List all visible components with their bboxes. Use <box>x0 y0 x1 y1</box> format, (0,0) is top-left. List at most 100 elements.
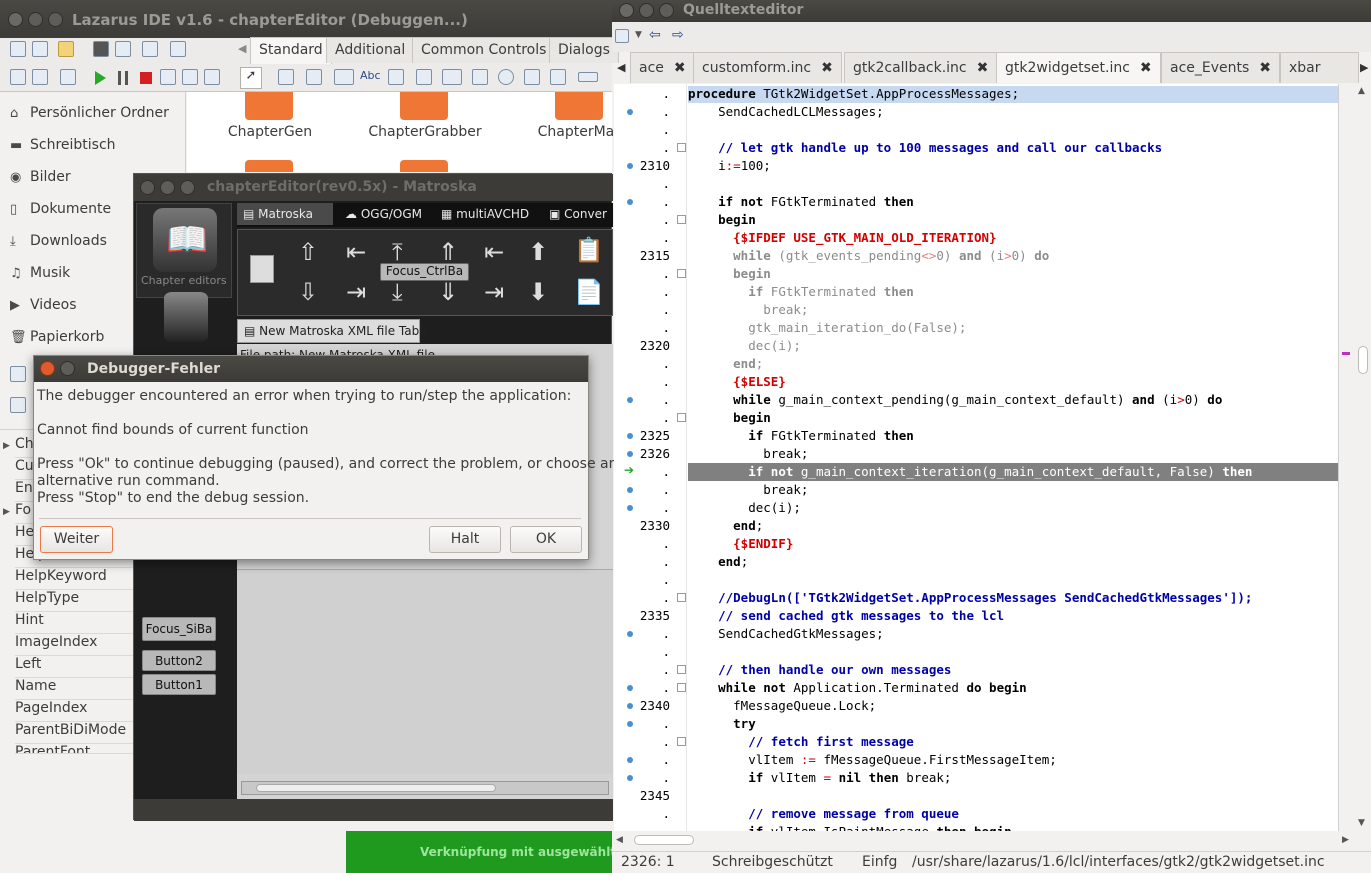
toggle-box-icon[interactable] <box>442 69 462 85</box>
code-line[interactable]: if vlItem.IsPaintMessage then begin <box>688 823 1338 831</box>
sidebar-item-desktop[interactable]: ▬ Schreibtisch <box>10 137 116 161</box>
arrow-up-bar-icon[interactable]: ⤒ <box>392 238 403 266</box>
tab-multiavchd[interactable]: ▦ multiAVCHD <box>435 203 535 225</box>
code-line[interactable] <box>688 571 1338 589</box>
code-line[interactable]: begin <box>688 265 1338 283</box>
close-icon[interactable] <box>619 3 634 18</box>
editor-tab[interactable]: ace_Events ✖ <box>1161 52 1281 83</box>
close-icon[interactable] <box>40 361 55 376</box>
tab-scroll-right-icon[interactable]: ▶ <box>1360 61 1368 74</box>
paste-icon[interactable]: 📄 <box>574 278 604 306</box>
minimize-icon[interactable] <box>60 361 75 376</box>
scrollbar-icon[interactable] <box>578 72 598 82</box>
inspector-view-icon[interactable] <box>10 397 26 413</box>
inspector-filter-icon[interactable] <box>10 366 26 382</box>
step-into-icon[interactable] <box>160 69 176 85</box>
toggle-form-icon[interactable] <box>142 41 158 57</box>
palette-tab-additional[interactable]: Additional <box>326 37 415 63</box>
sidebar-item-videos[interactable]: ▶ Videos <box>10 297 77 321</box>
folder-label[interactable]: ChapterGrabber <box>365 124 485 140</box>
code-line[interactable]: begin <box>688 409 1338 427</box>
code-line[interactable]: {$ELSE} <box>688 373 1338 391</box>
code-line[interactable]: while (gtk_events_pending<>0) and (i>0) … <box>688 247 1338 265</box>
code-line[interactable]: gtk_main_iteration_do(False); <box>688 319 1338 337</box>
jump-forward-icon[interactable]: ⇨ <box>672 27 684 43</box>
step-over-icon[interactable] <box>182 69 198 85</box>
code-line[interactable]: try <box>688 715 1338 733</box>
main-menu-icon[interactable] <box>278 69 294 85</box>
code-line[interactable]: if not g_main_context_iteration(g_main_c… <box>688 463 1338 481</box>
code-line[interactable]: {$ENDIF} <box>688 535 1338 553</box>
fold-icon[interactable] <box>677 143 686 152</box>
tab-scroll-left-icon[interactable]: ◀ <box>617 61 625 74</box>
halt-button[interactable]: Halt <box>429 526 501 553</box>
code-line[interactable]: if vlItem = nil then break; <box>688 769 1338 787</box>
fold-icon[interactable] <box>677 683 686 692</box>
palette-tab-common-controls[interactable]: Common Controls <box>412 37 556 63</box>
arrow-down-icon[interactable]: ⬇ <box>528 278 548 306</box>
inspector-row[interactable]: Name <box>15 678 133 700</box>
arrow-up-icon[interactable]: ⬆ <box>528 238 548 266</box>
horizontal-scrollbar[interactable]: ◀ ▶ <box>614 831 1354 851</box>
code-line[interactable]: begin <box>688 211 1338 229</box>
minimize-icon[interactable] <box>28 12 43 27</box>
open-icon[interactable] <box>58 41 74 57</box>
edit-icon[interactable] <box>388 69 404 85</box>
book-icon[interactable]: 📖 <box>153 208 217 272</box>
folder-icon[interactable] <box>245 92 293 120</box>
button-icon[interactable] <box>334 69 354 85</box>
scroll-left-icon[interactable]: ◀ <box>616 835 623 845</box>
run-icon[interactable] <box>95 71 106 85</box>
code-line[interactable]: i:=100; <box>688 157 1338 175</box>
palette-tab-dialogs[interactable]: Dialogs <box>549 37 619 63</box>
radio-icon[interactable] <box>498 69 514 85</box>
code-line[interactable]: // remove message from queue <box>688 805 1338 823</box>
code-line[interactable]: end; <box>688 355 1338 373</box>
close-icon[interactable] <box>140 180 155 195</box>
maximize-icon[interactable] <box>659 3 674 18</box>
clipboard-icon[interactable]: 📋 <box>574 236 604 264</box>
close-tab-icon[interactable]: ✖ <box>821 60 833 76</box>
view-units-icon[interactable] <box>10 69 26 85</box>
close-tab-icon[interactable]: ✖ <box>1259 60 1271 76</box>
code-line[interactable]: dec(i); <box>688 337 1338 355</box>
arrow-left-icon[interactable]: ⇤ <box>484 238 504 266</box>
folder-label[interactable]: ChapterGen <box>210 124 330 140</box>
arrow-down-icon[interactable]: ⇓ <box>438 278 458 306</box>
label-icon[interactable]: Abc <box>360 69 381 82</box>
maximize-icon[interactable] <box>48 12 63 27</box>
continue-button[interactable]: Weiter <box>40 526 113 553</box>
code-line[interactable]: // let gtk handle up to 100 messages and… <box>688 139 1338 157</box>
code-line[interactable]: if FGtkTerminated then <box>688 283 1338 301</box>
code-line[interactable]: break; <box>688 481 1338 499</box>
arrow-up-icon[interactable]: ⇑ <box>438 238 458 266</box>
xml-tree[interactable] <box>237 569 613 774</box>
arrow-down-icon[interactable]: ⇩ <box>298 278 318 306</box>
selection-tool-icon[interactable]: ➚ <box>240 67 262 89</box>
save-icon[interactable] <box>93 41 109 57</box>
close-tab-icon[interactable]: ✖ <box>977 60 989 76</box>
view-units2-icon[interactable] <box>32 69 48 85</box>
fold-icon[interactable] <box>677 665 686 674</box>
checkbox-icon[interactable] <box>472 69 488 85</box>
tab-matroska[interactable]: ▤ Matroska <box>237 203 333 225</box>
arrow-right-bar-icon[interactable]: ⇥ <box>484 278 504 306</box>
tab-ogg[interactable]: ☁ OGG/OGM <box>339 203 428 225</box>
arrow-up-icon[interactable]: ⇧ <box>298 238 318 266</box>
minimize-icon[interactable] <box>639 3 654 18</box>
new-unit-icon[interactable] <box>10 41 26 57</box>
fold-icon[interactable] <box>677 737 686 746</box>
editor-tab[interactable]: customform.inc ✖ <box>693 52 842 83</box>
xml-tab[interactable]: ▤ New Matroska XML file Tab0 <box>237 319 427 343</box>
code-line[interactable]: // fetch first message <box>688 733 1338 751</box>
combobox-icon[interactable] <box>550 69 566 85</box>
close-tab-icon[interactable]: ✖ <box>1140 60 1152 76</box>
code-line[interactable]: fMessageQueue.Lock; <box>688 697 1338 715</box>
code-line[interactable] <box>688 121 1338 139</box>
focus-siba-button[interactable]: Focus_SiBa <box>142 617 216 641</box>
sidebar-item-downloads[interactable]: ⤓ Downloads <box>10 233 107 257</box>
view-forms-icon[interactable] <box>170 41 186 57</box>
listbox-icon[interactable] <box>524 69 540 85</box>
code-line[interactable]: // then handle our own messages <box>688 661 1338 679</box>
expand-icon[interactable]: ▶ <box>3 441 10 451</box>
